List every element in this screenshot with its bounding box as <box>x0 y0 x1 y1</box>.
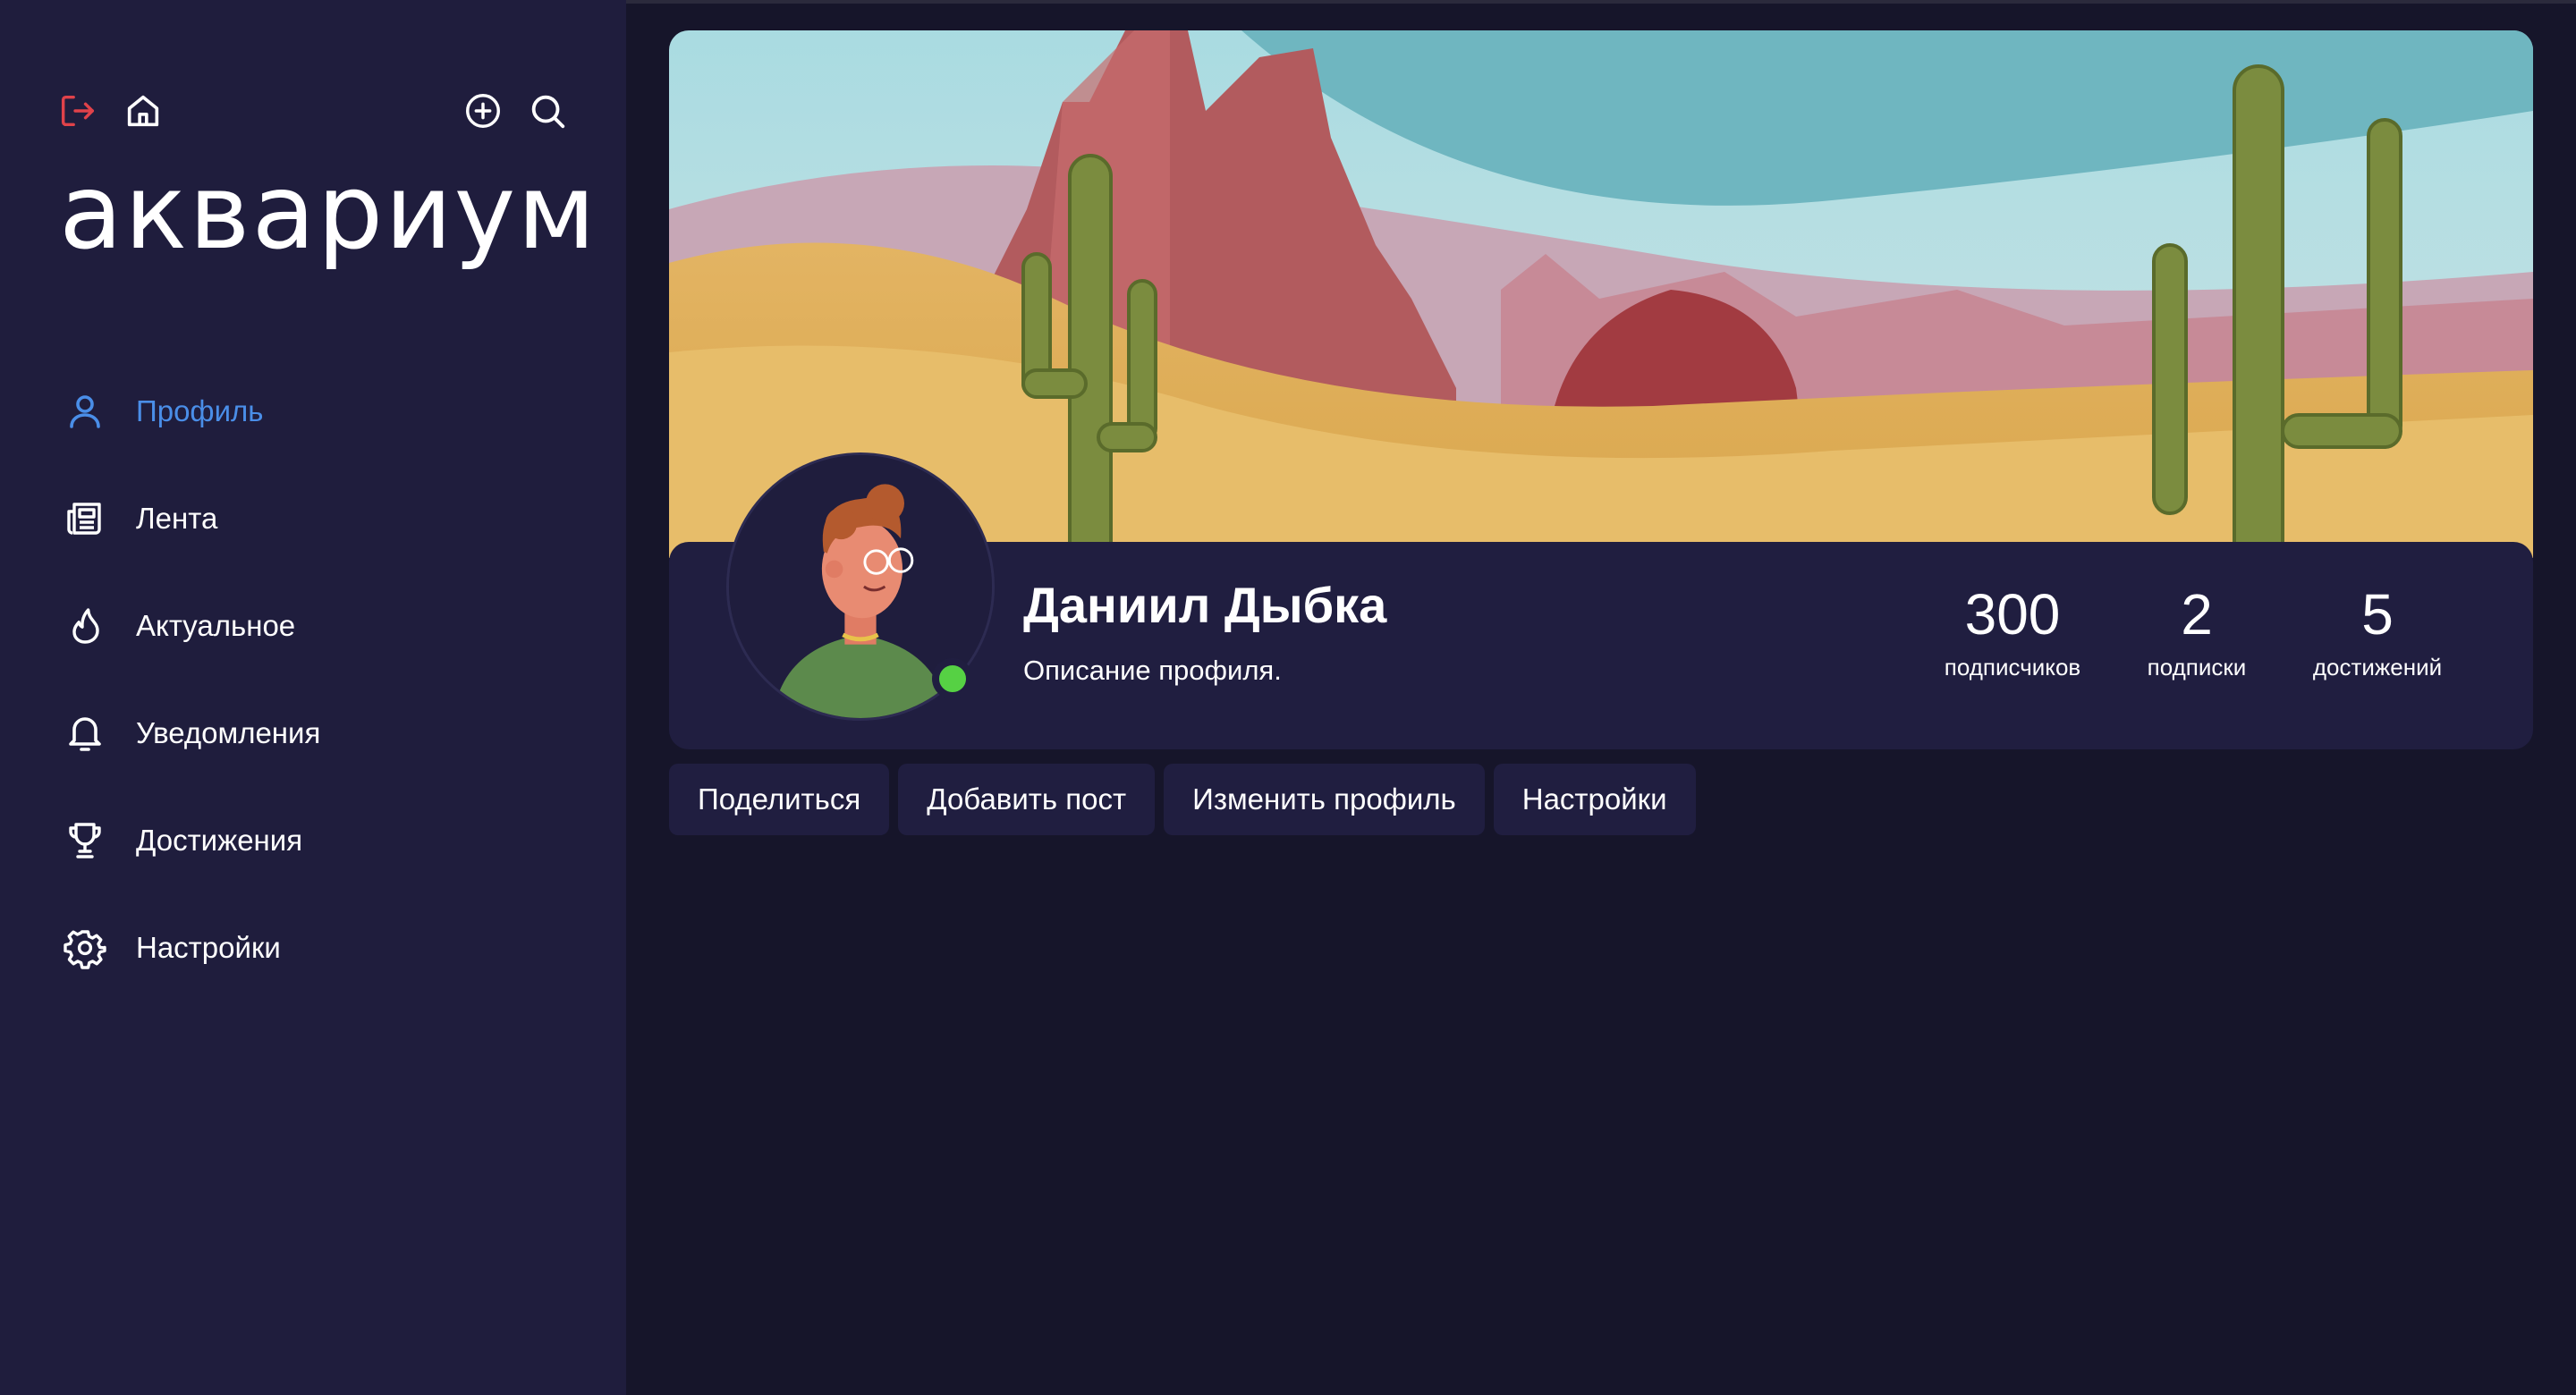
sidebar-item-settings[interactable]: Настройки <box>63 894 599 1002</box>
sidebar-item-achievements[interactable]: Достижения <box>63 787 599 894</box>
sidebar-item-label: Настройки <box>136 931 281 964</box>
stat-label: подписки <box>2147 654 2247 681</box>
stat-label: достижений <box>2312 654 2443 681</box>
sidebar-item-notifications[interactable]: Уведомления <box>63 680 599 787</box>
settings-button[interactable]: Настройки <box>1493 764 1696 835</box>
sidebar-item-label: Уведомления <box>136 716 321 749</box>
stat-followers[interactable]: 300 подписчиков <box>1923 582 2102 681</box>
sidebar-item-feed[interactable]: Лента <box>63 465 599 572</box>
sidebar-item-label: Достижения <box>136 824 303 857</box>
trophy-icon <box>63 818 107 863</box>
plus-circle-icon[interactable] <box>462 89 504 132</box>
gear-icon <box>63 926 107 970</box>
stat-value: 2 <box>2181 582 2213 647</box>
add-post-button[interactable]: Добавить пост <box>898 764 1156 835</box>
bell-icon <box>63 711 107 756</box>
sidebar-item-trending[interactable]: Актуальное <box>63 572 599 680</box>
logout-icon[interactable] <box>55 89 98 132</box>
home-icon[interactable] <box>122 89 165 132</box>
profile-actions: Поделиться Добавить пост Изменить профил… <box>669 764 1696 835</box>
sidebar-item-label: Лента <box>136 502 218 535</box>
stat-achievements[interactable]: 5 достижений <box>2299 582 2456 681</box>
profile-name: Даниил Дыбка <box>1023 577 1387 633</box>
sidebar-item-profile[interactable]: Профиль <box>63 358 599 465</box>
flame-icon <box>63 604 107 648</box>
edit-profile-button[interactable]: Изменить профиль <box>1164 764 1485 835</box>
online-status-indicator <box>932 658 973 699</box>
newspaper-icon <box>63 496 107 541</box>
stat-value: 300 <box>1964 582 2061 647</box>
sidebar-item-label: Профиль <box>136 394 264 427</box>
sidebar-item-label: Актуальное <box>136 609 296 642</box>
stat-label: подписчиков <box>1944 654 2081 681</box>
sidebar: аквариум Профиль Лента Актуальное Уведом… <box>0 0 626 1395</box>
profile-cover-image <box>669 30 2533 558</box>
sidebar-nav: Профиль Лента Актуальное Уведомления Дос… <box>63 358 599 1002</box>
stat-following[interactable]: 2 подписки <box>2134 582 2259 681</box>
app-logo[interactable]: аквариум <box>59 161 597 265</box>
user-icon <box>63 389 107 434</box>
profile-description: Описание профиля. <box>1023 655 1282 686</box>
stat-value: 5 <box>2361 582 2394 647</box>
share-button[interactable]: Поделиться <box>669 764 890 835</box>
search-icon[interactable] <box>526 89 569 132</box>
